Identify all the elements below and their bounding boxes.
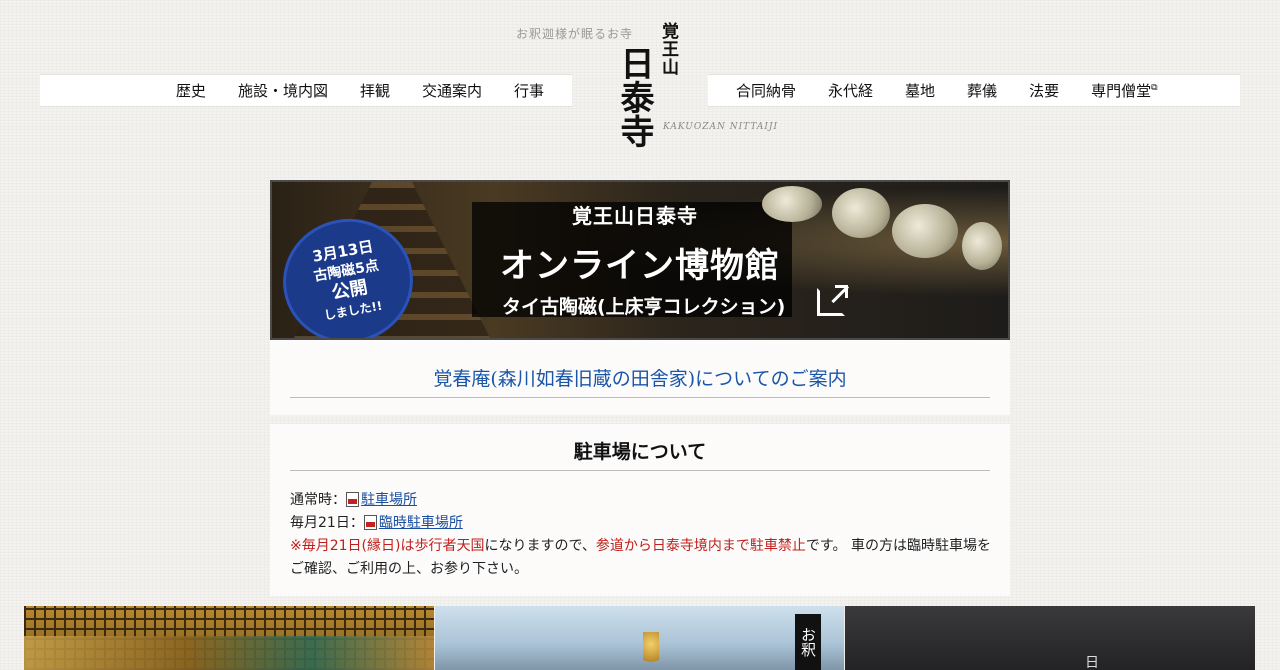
parking-monthly-line: 毎月21日： 臨時駐車場所 [290, 512, 994, 535]
parking-regular-line: 通常時： 駐車場所 [290, 489, 994, 512]
nav-history[interactable]: 歴史 [160, 80, 222, 101]
logo-mountain-name: 覚王山 [658, 22, 678, 76]
main-nav-left: 歴史 施設・境内図 拝観 交通案内 行事 [40, 74, 572, 107]
warning-pedestrian: ※毎月21日(縁日)は歩行者天国 [290, 538, 485, 554]
nav-facilities[interactable]: 施設・境内図 [222, 80, 344, 101]
nav-joint-interment[interactable]: 合同納骨 [720, 80, 812, 101]
external-link-icon: ⧉ [1151, 83, 1158, 93]
banner-subtitle: タイ古陶磁(上床亨コレクション) [502, 296, 786, 318]
nav-worship[interactable]: 拝観 [344, 80, 406, 101]
divider [290, 470, 990, 471]
nav-eitaikyo[interactable]: 永代経 [812, 80, 889, 101]
kakushunan-notice-link[interactable]: 覚春庵(森川如春旧蔵の田舎家)についてのご案内 [290, 364, 990, 391]
banner-main-title: オンライン博物館 [500, 246, 780, 286]
ceramic-bowl-image [832, 188, 890, 238]
nav-memorial-service[interactable]: 法要 [1013, 80, 1075, 101]
temporary-parking-link[interactable]: 臨時駐車場所 [379, 515, 463, 531]
parking-heading: 駐車場について [573, 441, 707, 463]
nav-funeral[interactable]: 葬儀 [951, 80, 1013, 101]
parking-warning: ※毎月21日(縁日)は歩行者天国になりますので、参道から日泰寺境内まで駐車禁止で… [290, 535, 994, 581]
nav-cemetery[interactable]: 墓地 [889, 80, 951, 101]
photo-tile-night[interactable]: 日 [845, 606, 1255, 670]
pdf-icon [363, 515, 377, 530]
badge-done: しました!! [322, 298, 384, 323]
banner-title: 覚王山日泰寺 [572, 204, 698, 228]
external-link-icon [817, 285, 848, 316]
logo-romanized-name: KAKUOZAN NITTAIJI [663, 122, 779, 132]
parking-regular-label: 通常時： [290, 492, 346, 508]
warning-text: になりますので、 [484, 538, 596, 554]
ceramic-plate-image [892, 204, 958, 258]
divider [290, 397, 990, 398]
parking-location-link[interactable]: 駐車場所 [361, 492, 417, 508]
photo-caption: お釈 [795, 614, 821, 670]
photo-caption: 日 [1085, 655, 1099, 670]
warning-no-parking: 参道から日泰寺境内まで駐車禁止 [595, 538, 806, 554]
nav-monastery-label: 専門僧堂 [1091, 82, 1152, 100]
photo-tile-stupa[interactable]: お釈 [435, 606, 844, 670]
parking-info: 通常時： 駐車場所 毎月21日： 臨時駐車場所 ※毎月21日(縁日)は歩行者天国にな… [290, 489, 994, 581]
ceramic-bowl-image [762, 186, 822, 222]
online-museum-banner[interactable]: 覚王山日泰寺 オンライン博物館 タイ古陶磁(上床亨コレクション) 3月13日 古… [270, 180, 1010, 340]
photo-tile-hall-interior[interactable] [24, 606, 434, 670]
stupa-spire-image [643, 632, 659, 670]
nav-monastery[interactable]: 専門僧堂⧉ [1075, 80, 1173, 101]
main-nav-right: 合同納骨 永代経 墓地 葬儀 法要 専門僧堂⧉ [708, 74, 1240, 107]
ceramic-figure-image [962, 222, 1002, 270]
pdf-icon [346, 492, 359, 507]
logo-temple-name: 日泰寺 [614, 46, 654, 148]
nav-events[interactable]: 行事 [498, 80, 560, 101]
parking-monthly-label: 毎月21日： [290, 515, 364, 531]
nav-access[interactable]: 交通案内 [406, 80, 498, 101]
